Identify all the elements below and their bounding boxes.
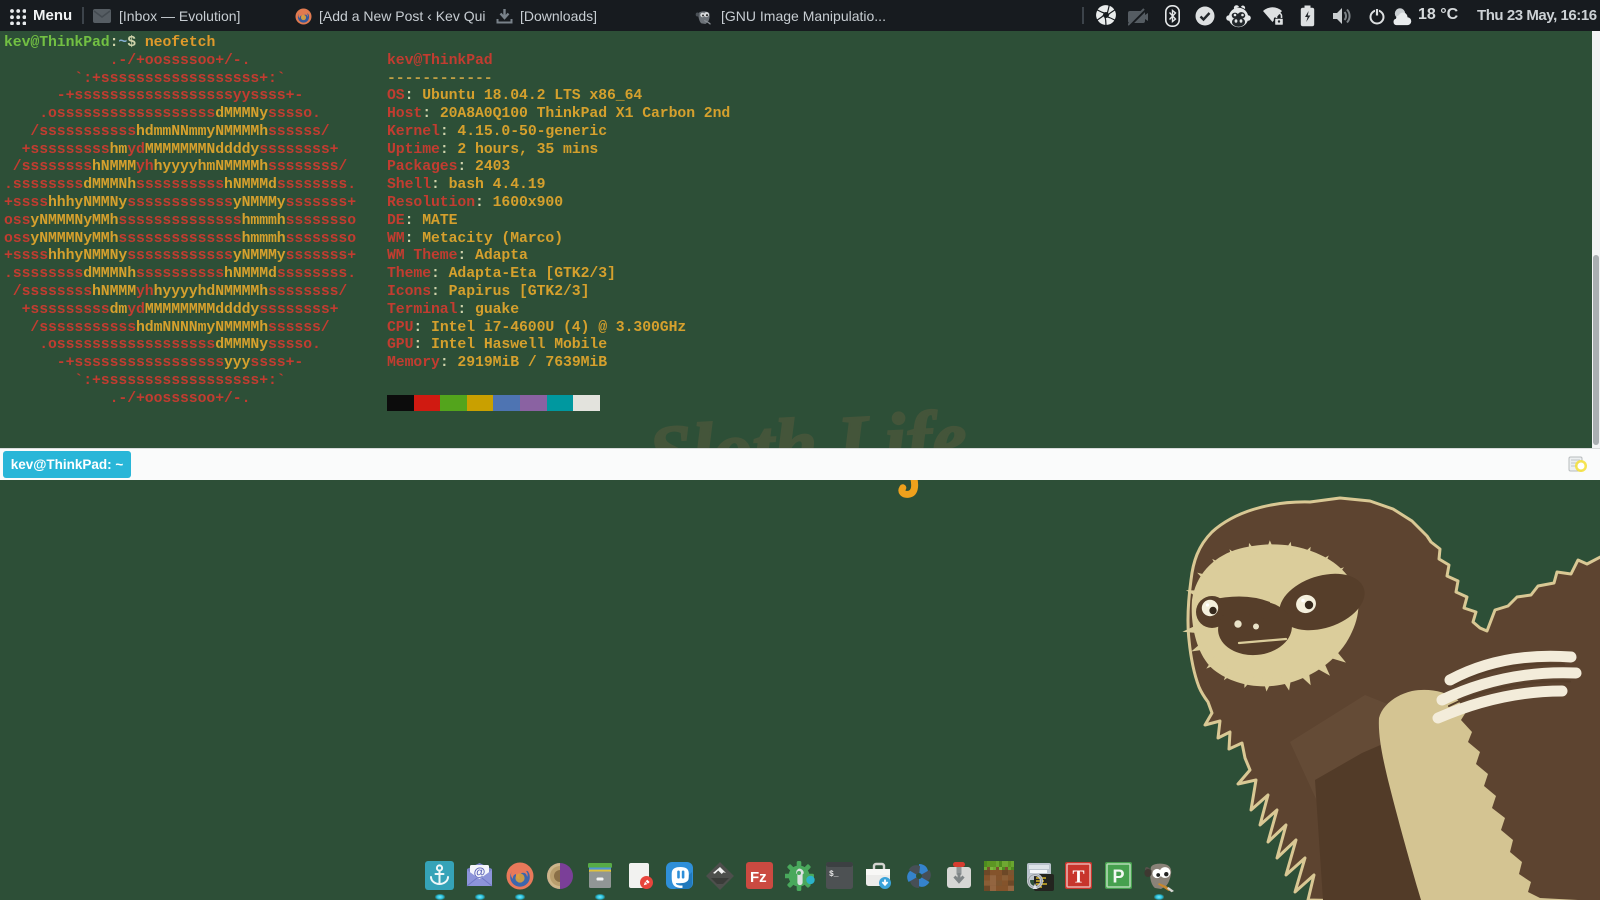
svg-text:$_: $_ xyxy=(829,870,839,879)
svg-text:P: P xyxy=(1112,867,1124,887)
svg-text:T: T xyxy=(1072,867,1084,887)
svg-text:Fz: Fz xyxy=(750,869,767,886)
